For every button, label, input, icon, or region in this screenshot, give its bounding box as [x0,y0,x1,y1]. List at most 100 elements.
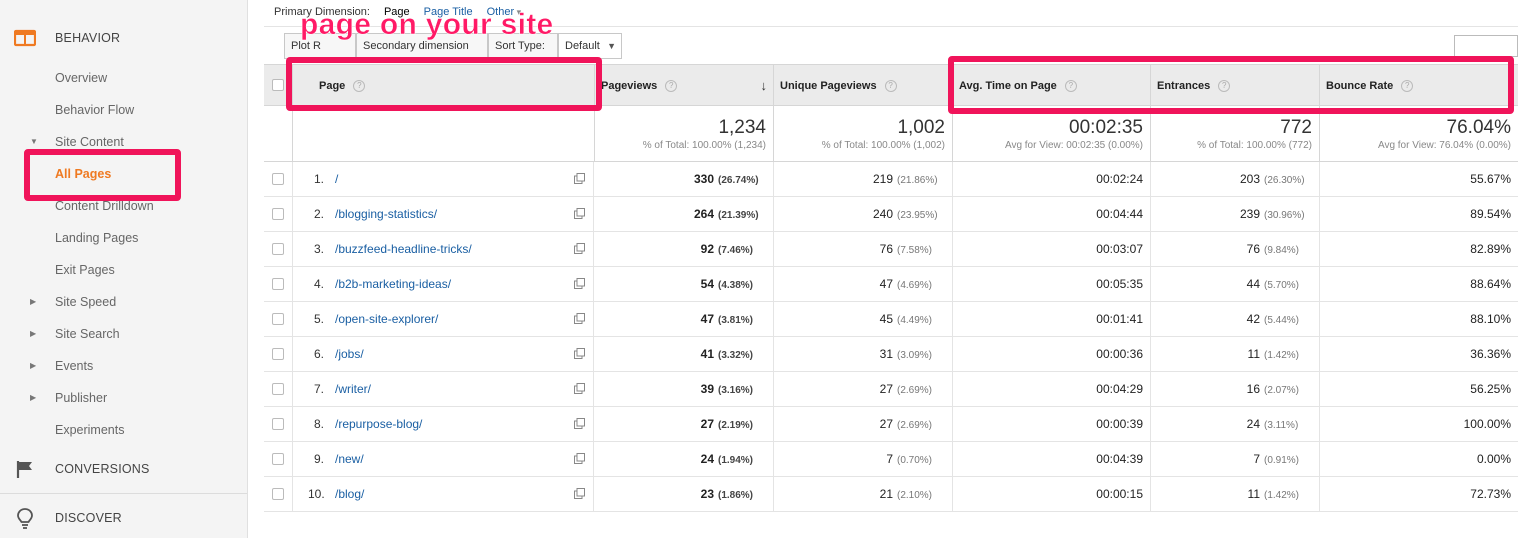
page-link[interactable]: /new/ [335,442,364,477]
cell-upv: 45 (4.49%) [774,302,953,337]
caret-right-icon[interactable]: ▶ [30,357,36,375]
cell-value: 00:03:07 [1096,242,1143,256]
row-index: 7. [313,382,324,396]
page-link[interactable]: /jobs/ [335,337,364,372]
header-unique-pageviews[interactable]: Unique Pageviews? [774,65,953,107]
cell-percent: (3.81%) [718,315,754,326]
sidebar-item-publisher[interactable]: Publisher [55,389,107,407]
cell-pv: 27 (2.19%) [595,407,774,442]
sort-type-value: Default [565,40,600,52]
external-link-icon[interactable] [574,173,585,184]
behavior-label: BEHAVIOR [55,31,121,45]
page-link[interactable]: / [335,162,338,197]
external-link-icon[interactable] [574,313,585,324]
page-link[interactable]: /buzzfeed-headline-tricks/ [335,232,472,267]
sidebar-item-behavior-flow[interactable]: Behavior Flow [55,101,134,119]
external-link-icon[interactable] [574,348,585,359]
caret-right-icon[interactable]: ▶ [30,325,36,343]
cell-value: 82.89% [1470,242,1511,256]
header-pageviews[interactable]: Pageviews? ↓ [595,65,774,107]
cell-value: 330 [693,172,714,186]
sidebar-item-site-speed[interactable]: Site Speed [55,293,116,311]
behavior-section[interactable]: BEHAVIOR [0,18,247,58]
page-link[interactable]: /writer/ [335,372,371,407]
annotation-label: page on your site [300,8,554,42]
page-link[interactable]: /repurpose-blog/ [335,407,422,442]
cell-value: 88.10% [1470,312,1511,326]
cell-time: 00:01:41 [953,302,1151,337]
external-link-icon[interactable] [574,278,585,289]
sidebar-item-landing-pages[interactable]: Landing Pages [55,229,138,247]
cell-value: 39 [700,382,714,396]
cell-pv: 264 (21.39%) [595,197,774,232]
cell-time: 00:00:39 [953,407,1151,442]
help-icon[interactable]: ? [665,80,678,93]
external-link-icon[interactable] [574,243,585,254]
discover-section[interactable]: DISCOVER [0,498,247,538]
sidebar-item-exit-pages[interactable]: Exit Pages [55,261,115,279]
cell-pv: 330 (26.74%) [595,162,774,197]
conversions-section[interactable]: CONVERSIONS [0,449,247,489]
cell-time: 00:04:44 [953,197,1151,232]
cell-pv: 23 (1.86%) [595,477,774,512]
totals-bounce-rate: 76.04% Avg for View: 76.04% (0.00%) [1320,106,1518,162]
cell-ent: 7 (0.91%) [1151,442,1320,477]
external-link-icon[interactable] [574,453,585,464]
cell-pv: 92 (7.46%) [595,232,774,267]
page-cell: 9. /new/ [264,442,594,477]
cell-br: 55.67% [1320,162,1518,197]
cell-br: 72.73% [1320,477,1518,512]
cell-time: 00:00:36 [953,337,1151,372]
report-main: Primary Dimension: Page Page Title Other… [264,0,1518,538]
cell-percent: (2.69%) [897,385,933,396]
cell-ent: 42 (5.44%) [1151,302,1320,337]
cell-value: 203 [1239,172,1260,186]
cell-value: 41 [700,347,714,361]
page-cell: 6. /jobs/ [264,337,594,372]
sidebar-item-experiments[interactable]: Experiments [55,421,124,439]
page-cell: 7. /writer/ [264,372,594,407]
sidebar-item-site-search[interactable]: Site Search [55,325,120,343]
sidebar-item-events[interactable]: Events [55,357,93,375]
caret-right-icon[interactable]: ▶ [30,389,36,407]
cell-value: 27 [879,382,893,396]
external-link-icon[interactable] [574,418,585,429]
cell-value: 219 [872,172,893,186]
page-link[interactable]: /blog/ [335,477,364,512]
cell-value: 89.54% [1470,207,1511,221]
cell-value: 00:04:29 [1096,382,1143,396]
page-cell: 5. /open-site-explorer/ [264,302,594,337]
cell-percent: (4.69%) [897,280,933,291]
help-icon[interactable]: ? [884,80,897,93]
cell-percent: (2.10%) [897,490,933,501]
page-link[interactable]: /open-site-explorer/ [335,302,438,337]
cell-value: 00:00:39 [1096,417,1143,431]
page-link[interactable]: /blogging-statistics/ [335,197,437,232]
totals-avg-time-sub: Avg for View: 00:02:35 (0.00%) [1004,140,1143,151]
table-row: 5. /open-site-explorer/47 (3.81%) 45 (4.49%)… [264,302,1518,337]
cell-upv: 47 (4.69%) [774,267,953,302]
cell-percent: (23.95%) [897,210,938,221]
sort-type-select[interactable]: Default ▼ [558,33,622,59]
page-link[interactable]: /b2b-marketing-ideas/ [335,267,451,302]
page-cell: 2. /blogging-statistics/ [264,197,594,232]
cell-percent: (4.38%) [718,280,754,291]
cell-value: 0.00% [1476,452,1511,466]
external-link-icon[interactable] [574,488,585,499]
cell-percent: (21.86%) [897,175,938,186]
select-all-checkbox[interactable] [272,79,284,91]
caret-right-icon[interactable]: ▶ [30,293,36,311]
table-search-input[interactable] [1454,35,1518,57]
cell-br: 89.54% [1320,197,1518,232]
totals-entrances: 772 % of Total: 100.00% (772) [1151,106,1320,162]
table-row: 1. / 330 (26.74%) 219 (21.86%) 00:02:24 203 (26.… [264,162,1518,197]
cell-ent: 44 (5.70%) [1151,267,1320,302]
cell-percent: (7.58%) [897,245,933,256]
external-link-icon[interactable] [574,208,585,219]
sidebar-item-overview[interactable]: Overview [55,69,107,87]
cell-br: 88.10% [1320,302,1518,337]
cell-value: 47 [700,312,714,326]
external-link-icon[interactable] [574,383,585,394]
cell-percent: (2.19%) [718,420,754,431]
sort-down-icon[interactable]: ↓ [761,65,768,107]
